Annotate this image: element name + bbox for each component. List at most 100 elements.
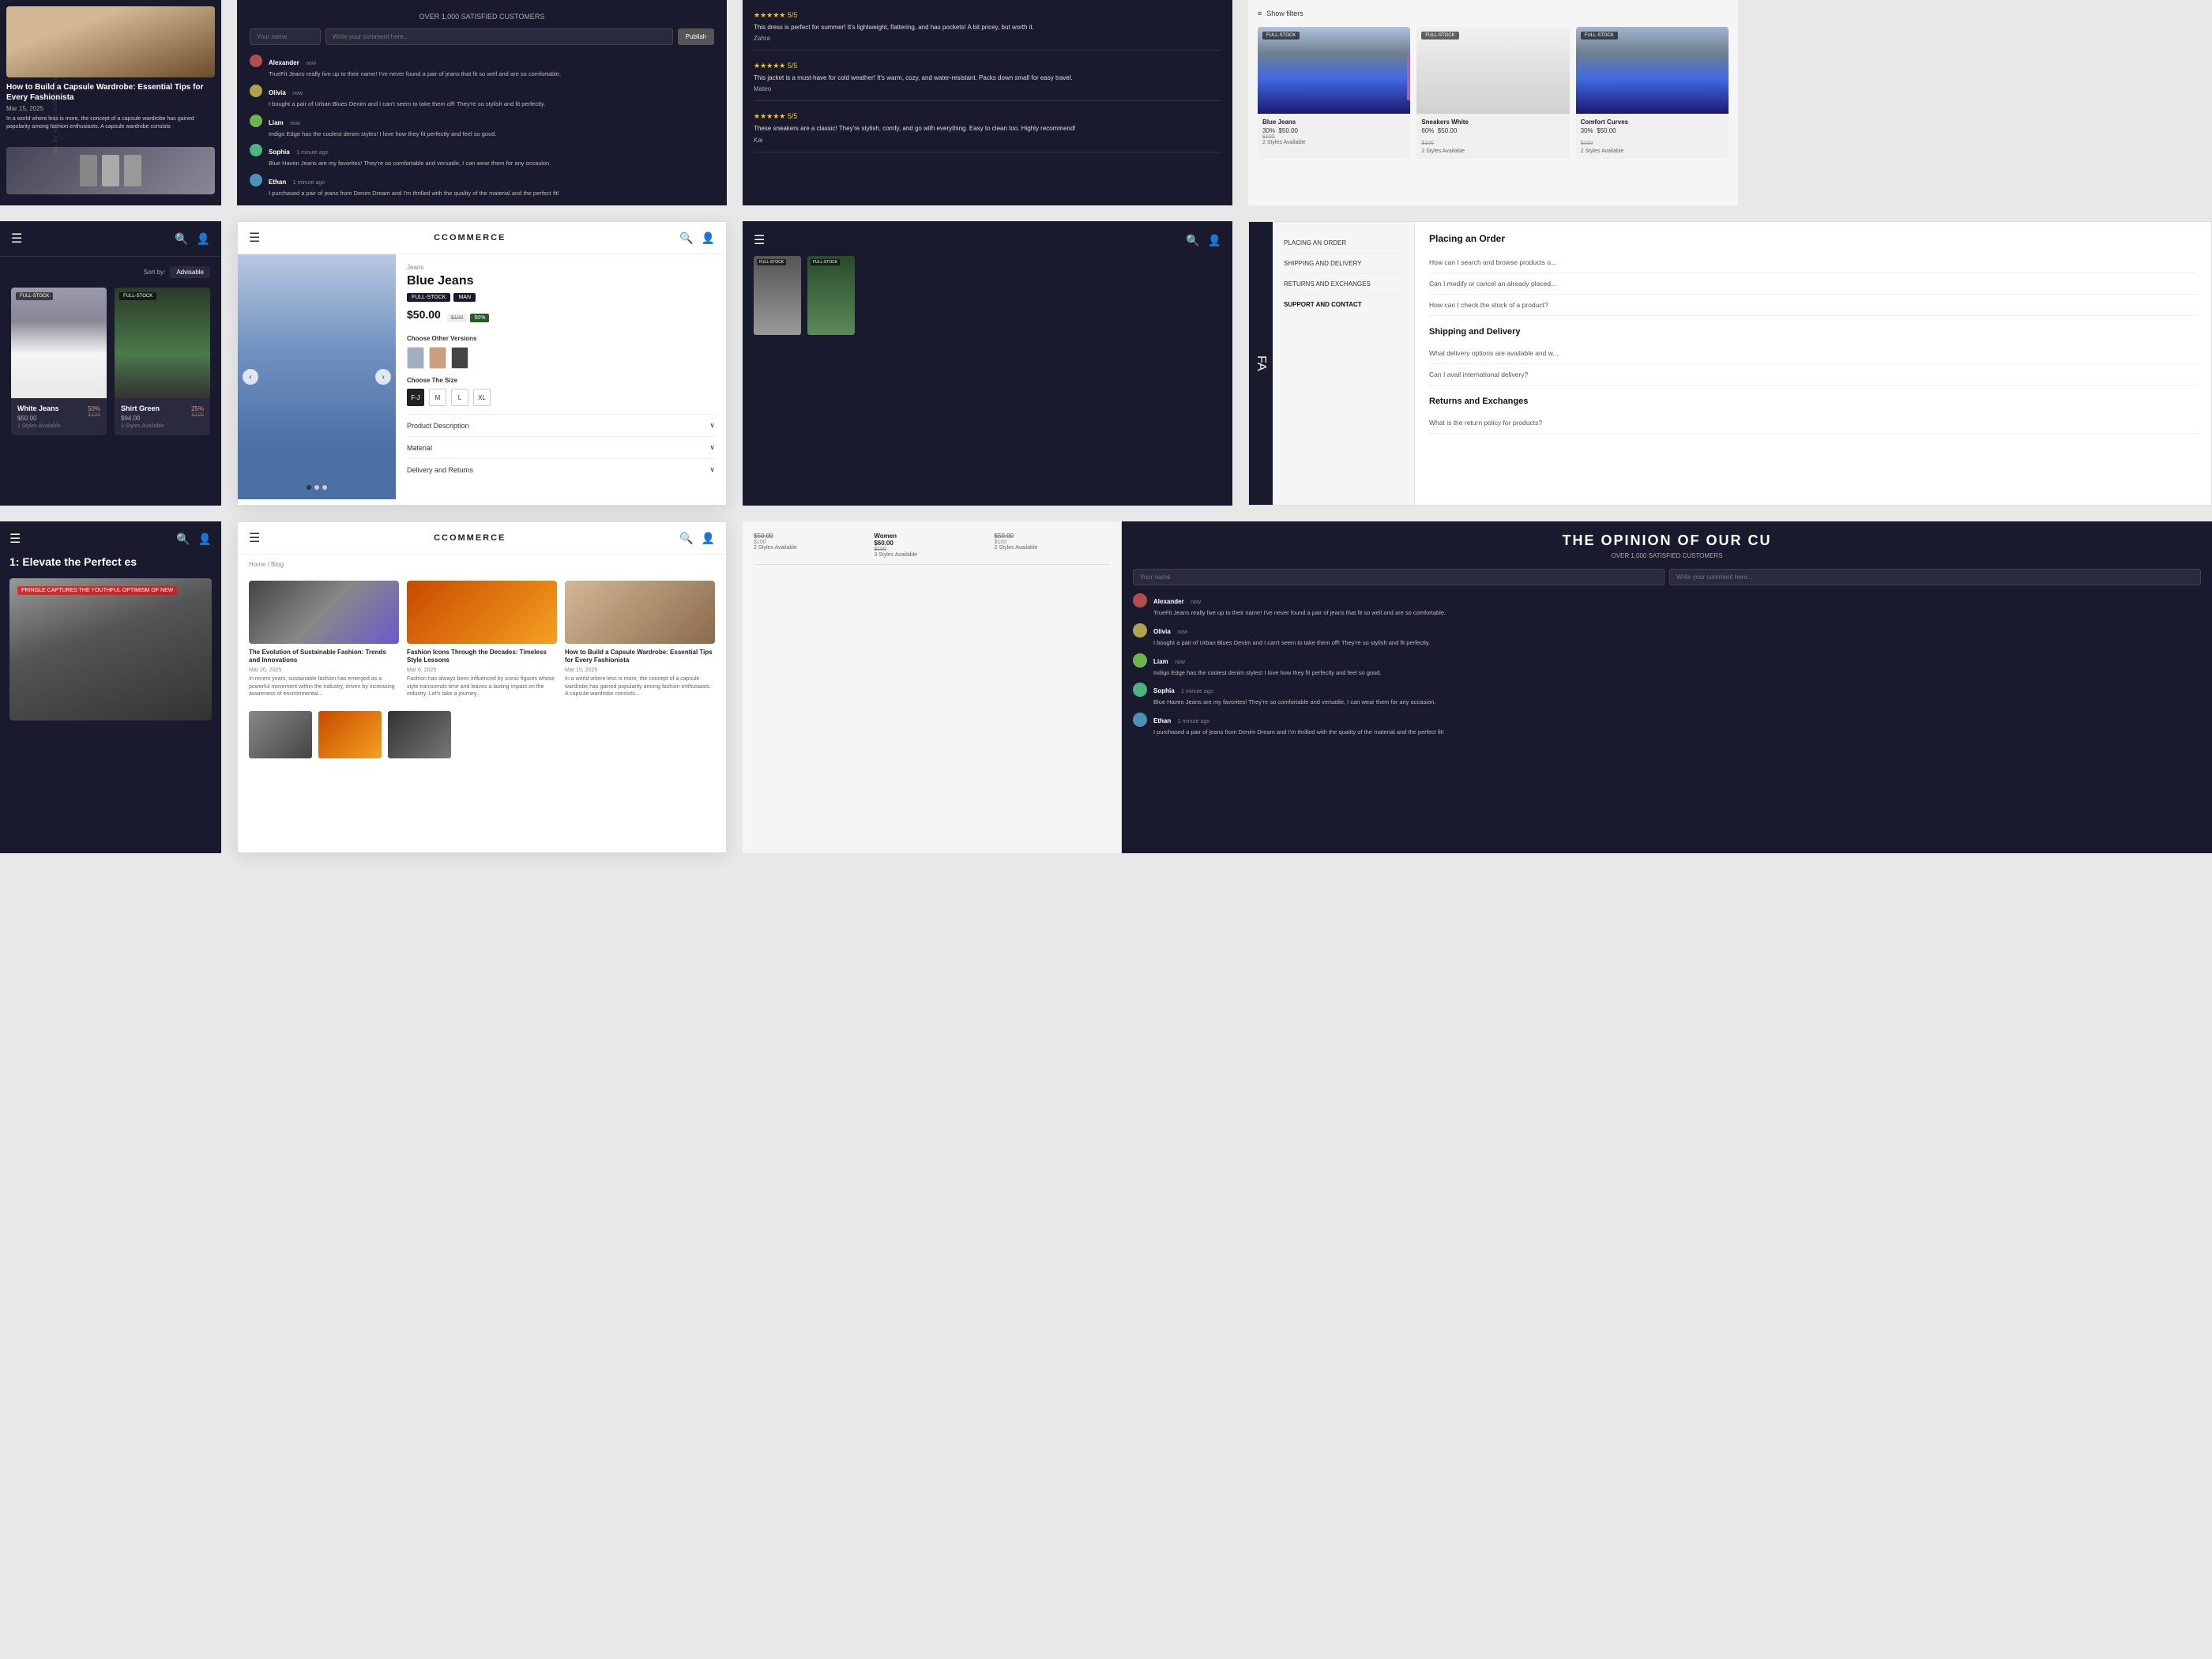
search-icon-detail[interactable]: 🔍 [679,231,693,245]
sort-value[interactable]: Advisable [170,266,210,278]
avail-label-1: 2 Styles Available [754,545,869,551]
review-comment-input[interactable] [1669,569,2201,585]
blog-post-excerpt-1: Fashion has always been influenced by ic… [407,675,557,698]
bottom-review-item-0: Alexander now TrueFit Jeans really live … [1133,593,2201,617]
review-form [1133,569,2201,585]
panel-blog-hero: ☰ 🔍 👤 1: Elevate the Perfect es PRINGLE … [0,521,221,853]
faq-nav-shipping[interactable]: SHIPPING AND DELIVERY [1284,254,1403,274]
search-icon-bot[interactable]: 🔍 [176,532,190,546]
color-swatch-2[interactable] [429,347,446,369]
product-name-sneakers: Sneakers White [1421,118,1564,126]
comment-item-1: Olivia now I bought a pair of Urban Blue… [250,85,714,108]
reviews-subtitle: OVER 1,000 SATISFIED CUSTOMERS [1133,552,2201,559]
dark-price-0: $50.00 [17,415,36,422]
next-image-button[interactable]: › [375,369,391,385]
search-icon-blog[interactable]: 🔍 [679,532,693,545]
avail-label-2: 2 Styles Available [995,545,1110,551]
bottom-review-time-1: now [1177,630,1187,635]
user-icon-mid[interactable]: 👤 [1208,234,1221,247]
bottom-review-item-4: Ethan 1 minute ago I purchased a pair of… [1133,713,2201,736]
bottom-review-item-1: Olivia now I bought a pair of Urban Blue… [1133,623,2201,647]
search-icon-mid[interactable]: 🔍 [1186,234,1199,247]
faq-q1[interactable]: How can I search and browse products o..… [1429,252,2197,273]
bottom-review-name-4: Ethan [1153,717,1171,724]
comment-text-input[interactable] [325,28,673,45]
dark-product-name-0: White Jeans [17,404,59,412]
blog-listing-header: ☰ CCOMMERCE 🔍 👤 [238,522,726,555]
comment-avatar-0 [250,55,262,67]
full-stock-badge-comfort: FULL-STOCK [1581,32,1618,40]
dot-3 [322,485,327,490]
hero-label: PRINGLE CAPTURES THE YOUTHFUL OPTIMISM O… [17,586,177,595]
hamburger-icon-mid[interactable]: ☰ [754,232,765,248]
blog-post-date-0: Mar 20, 2025 [249,668,399,673]
dark-product-shirt-green[interactable]: FULL-STOCK Shirt Green 25% $94.00 $125 3… [115,288,210,435]
prev-image-button[interactable]: ‹ [243,369,258,385]
full-stock-badge-sneakers: FULL-STOCK [1421,32,1458,40]
accordion-description-header[interactable]: Product Description ∨ [407,421,715,430]
filters-header: ≡ Show filters [1258,9,1729,17]
user-icon-bot[interactable]: 👤 [198,532,212,546]
comment-content-3: Sophia 1 minute ago Blue Haven Jeans are… [269,144,714,167]
faq-nav-placing[interactable]: PLACING AN ORDER [1284,233,1403,254]
faq-q6[interactable]: What is the return policy for products? [1429,412,2197,434]
old-price-label2: $100 [995,540,1110,545]
comment-text-2: Indigo Edge has the coolest denim styles… [269,130,714,138]
reviews-list: ★★★★★ 5/5 This dress is perfect for summ… [754,11,1221,152]
hamburger-icon-bot[interactable]: ☰ [9,531,21,547]
faq-nav-returns[interactable]: RETURNS AND EXCHANGES [1284,274,1403,295]
faq-nav-support[interactable]: SUPPORT AND CONTACT [1284,295,1403,315]
blog-card-1: How to Build a Capsule Wardrobe: Essenti… [0,0,221,137]
bottom-review-item-3: Sophia 1 minute ago Blue Haven Jeans are… [1133,683,2201,706]
user-icon-left[interactable]: 👤 [197,232,210,246]
blog-image-1 [6,6,215,77]
product-card-comfort[interactable]: FULL-STOCK Comfort Curves 30% $50.00 $10… [1576,27,1729,159]
hamburger-icon-detail[interactable]: ☰ [249,230,260,246]
comment-text-0: TrueFit Jeans really live up to their na… [269,70,714,78]
product-price-main: $50.00 [407,308,441,321]
user-icon-blog[interactable]: 👤 [702,532,715,545]
product-card-sneakers[interactable]: FULL-STOCK Sneakers White 60% $50.00 $10… [1416,27,1569,159]
fa-label: FA [1254,356,1268,371]
faq-returns-title: Returns and Exchanges [1429,397,2197,406]
color-options [407,347,715,369]
show-filters-label[interactable]: Show filters [1266,9,1304,17]
panel-comments-top: OVER 1,000 SATISFIED CUSTOMERS Publish A… [237,0,727,205]
hamburger-icon-left[interactable]: ☰ [11,231,22,246]
search-icon-left[interactable]: 🔍 [175,232,188,246]
dark-price-1: $94.00 [121,415,140,422]
product-card-blue-jeans[interactable]: FULL-STOCK Blue Jeans 30% $50.00 $100 2 … [1258,27,1410,159]
blog-hero-title: 1: Elevate the Perfect es [9,555,212,569]
size-fj[interactable]: F-J [407,389,424,406]
bottom-reviews-panel: THE OPINION OF OUR CU OVER 1,000 SATISFI… [1122,521,2212,853]
blog-post-date-1: Mar 6, 2025 [407,668,557,673]
dark-discount-1: 25% [191,405,204,412]
user-icon-detail[interactable]: 👤 [702,231,715,245]
publish-button[interactable]: Publish [678,28,714,45]
tag-full-stock: FULL-STOCK [407,293,450,302]
filter-icon: ≡ [1258,9,1262,17]
faq-q3[interactable]: How can I check the stock of a product? [1429,295,2197,316]
hamburger-icon-blog[interactable]: ☰ [249,530,260,546]
color-swatch-3[interactable] [451,347,468,369]
blog-post-1: Fashion Icons Through the Decades: Timel… [407,581,557,698]
header-icons: 🔍 👤 [679,231,715,245]
faq-q2[interactable]: Can I modify or cancel an already placed… [1429,273,2197,295]
review-name-input[interactable] [1133,569,1665,585]
accordion-material-header[interactable]: Material ∨ [407,443,715,452]
faq-q5[interactable]: Can I avail international delivery? [1429,364,2197,386]
dark-product-white-jeans[interactable]: FULL-STOCK White Jeans 50% $50.00 $100 1… [11,288,107,435]
comment-time-2: now [290,121,300,126]
product-avail-comfort: 2 Styles Available [1581,149,1724,154]
color-swatch-1[interactable] [407,347,424,369]
product-price-blue-jeans: 30% $50.00 [1262,127,1405,134]
accordion-delivery-header[interactable]: Delivery and Returns ∨ [407,465,715,474]
size-xl[interactable]: XL [473,389,491,406]
dark-product-img-shirt: FULL-STOCK [115,288,210,398]
size-l[interactable]: L [451,389,468,406]
comment-name-input[interactable] [250,28,321,45]
comment-text-1: I bought a pair of Urban Blues Denim and… [269,100,714,108]
dot-1 [307,485,311,490]
size-m[interactable]: M [429,389,446,406]
faq-q4[interactable]: What delivery options are available and … [1429,343,2197,364]
